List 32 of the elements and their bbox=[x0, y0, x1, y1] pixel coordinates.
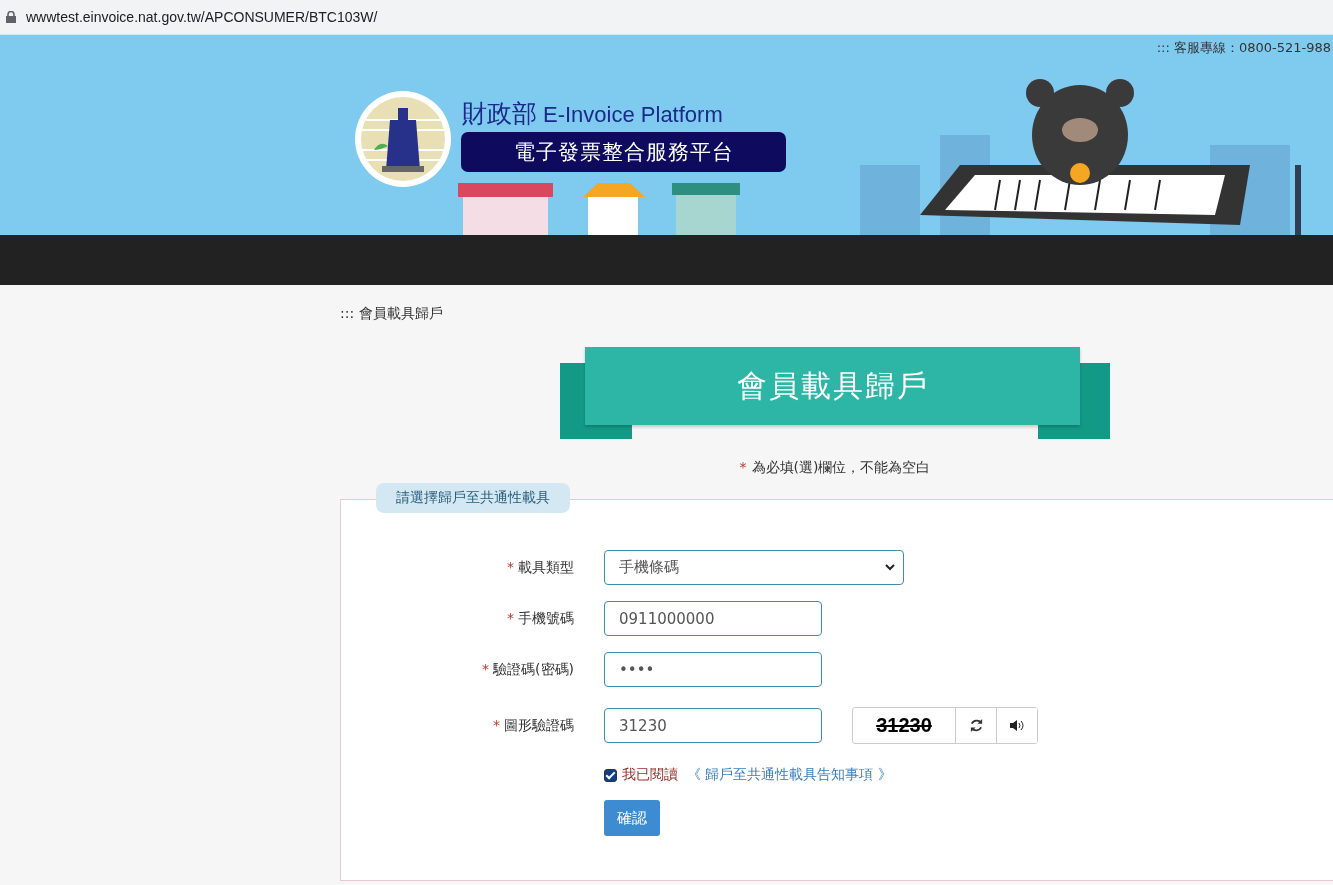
ministry-title: 財政部 E-Invoice Platform bbox=[462, 99, 723, 128]
field-label: 載具類型 bbox=[518, 558, 574, 577]
hotline-text: ::: 客服專線：0800-521-988 bbox=[1156, 39, 1331, 57]
carrier-type-select[interactable]: 手機條碼 bbox=[604, 550, 904, 585]
required-note: 為必填(選)欄位，不能為空白 bbox=[751, 459, 931, 477]
field-label: 手機號碼 bbox=[518, 609, 574, 628]
agree-label: 我已閱讀 bbox=[622, 766, 678, 784]
ministry-logo-icon bbox=[354, 90, 452, 188]
audio-button[interactable] bbox=[996, 708, 1037, 743]
field-label: 圖形驗證碼 bbox=[504, 716, 574, 735]
section-legend: 請選擇歸戶至共通性載具 bbox=[376, 483, 570, 513]
captcha-image: 31230 bbox=[875, 713, 933, 738]
input-field[interactable]: 0911000000 bbox=[604, 601, 822, 636]
required-mark: * bbox=[739, 459, 747, 477]
required-mark: * bbox=[507, 558, 514, 577]
confirm-button[interactable]: 確認 bbox=[604, 800, 660, 836]
field-label: 驗證碼(密碼) bbox=[493, 660, 574, 679]
required-mark: * bbox=[507, 609, 514, 628]
platform-title: 電子發票整合服務平台 bbox=[461, 132, 786, 172]
input-field[interactable]: •••• bbox=[604, 652, 822, 687]
url-text[interactable]: wwwtest.einvoice.nat.gov.tw/APCONSUMER/BTC103W/ bbox=[26, 9, 378, 25]
lock-icon bbox=[6, 11, 16, 23]
speaker-icon bbox=[1009, 720, 1025, 731]
refresh-icon bbox=[968, 718, 984, 733]
chevron-down-icon bbox=[885, 564, 895, 571]
notice-link[interactable]: 《 歸戶至共通性載具告知事項 》 bbox=[687, 766, 892, 784]
required-mark: * bbox=[493, 716, 500, 735]
breadcrumb: ::: 會員載具歸戶 bbox=[340, 305, 444, 323]
page-title: 會員載具歸戶 bbox=[585, 347, 1080, 425]
captcha-input-field[interactable]: 31230 bbox=[604, 708, 822, 743]
agree-checkbox[interactable] bbox=[604, 768, 617, 782]
required-mark: * bbox=[482, 660, 490, 679]
